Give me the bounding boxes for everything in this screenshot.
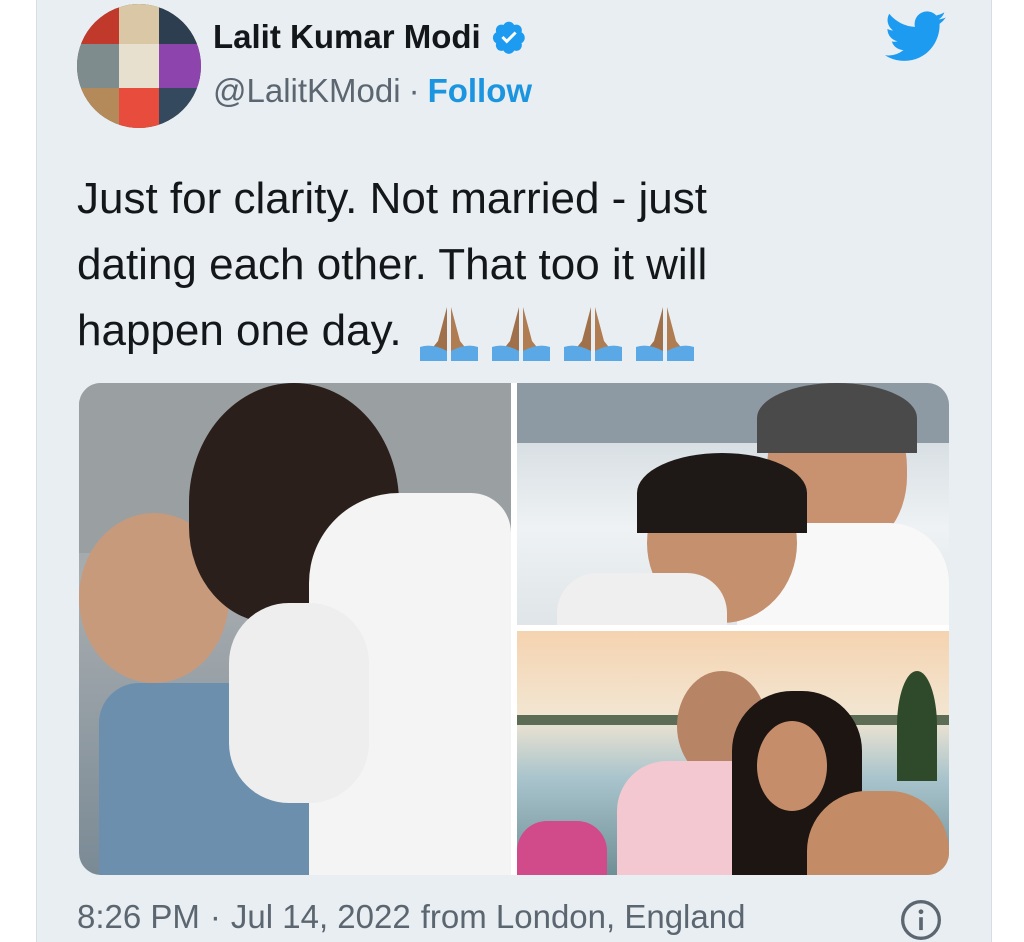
tweet-date: Jul 14, 2022 bbox=[230, 898, 411, 935]
emoji-group bbox=[416, 303, 698, 363]
photo-2[interactable] bbox=[517, 383, 949, 625]
user-handle[interactable]: @LalitKModi bbox=[213, 72, 401, 110]
separator-dot: · bbox=[209, 898, 221, 935]
display-name[interactable]: Lalit Kumar Modi bbox=[213, 18, 481, 56]
tweet-timestamp[interactable]: 8:26 PM · Jul 14, 2022 from London, Engl… bbox=[77, 898, 745, 936]
tweet-text-line: dating each other. That too it will bbox=[77, 240, 708, 289]
photo-3[interactable] bbox=[517, 631, 949, 875]
tweet-card: Lalit Kumar Modi @LalitKModi · Follow Ju… bbox=[36, 0, 992, 942]
follow-button[interactable]: Follow bbox=[428, 72, 532, 110]
twitter-bird-icon[interactable] bbox=[885, 10, 947, 64]
photo-1[interactable] bbox=[79, 383, 511, 875]
tweet-time: 8:26 PM bbox=[77, 898, 200, 935]
verified-badge-icon bbox=[492, 21, 525, 54]
info-icon[interactable] bbox=[899, 898, 943, 942]
tweet-text-line: Just for clarity. Not married - just bbox=[77, 174, 707, 223]
folded-hands-emoji bbox=[563, 307, 622, 362]
author-handle-row: @LalitKModi · Follow bbox=[213, 72, 532, 110]
tweet-text: Just for clarity. Not married - just dat… bbox=[77, 166, 917, 364]
folded-hands-emoji bbox=[635, 307, 694, 362]
tweet-text-line-end: happen one day. bbox=[77, 306, 402, 355]
author-name-row: Lalit Kumar Modi bbox=[213, 18, 527, 56]
tweet-location: from London, England bbox=[420, 898, 746, 935]
folded-hands-emoji bbox=[419, 307, 478, 362]
tweet-media-grid bbox=[79, 383, 949, 875]
folded-hands-emoji bbox=[491, 307, 550, 362]
separator-dot: · bbox=[408, 72, 420, 109]
profile-avatar[interactable] bbox=[77, 4, 201, 128]
tweet-text-line: happen one day. bbox=[77, 298, 917, 364]
